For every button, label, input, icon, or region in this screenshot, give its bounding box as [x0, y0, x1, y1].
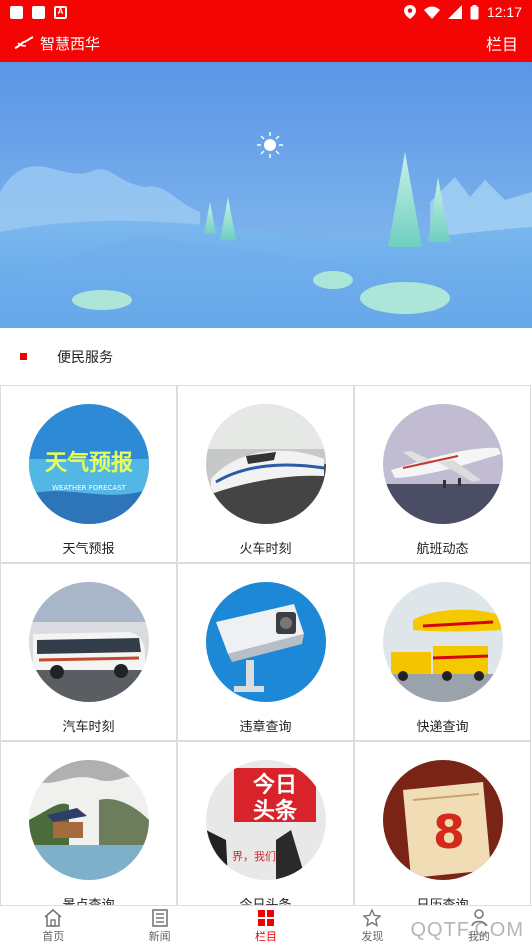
- service-express[interactable]: 快递查询: [354, 563, 531, 741]
- tab-label: 新闻: [148, 931, 171, 943]
- tab-home[interactable]: 首页: [0, 906, 106, 946]
- section-header: 便民服务: [0, 328, 532, 385]
- service-scenic[interactable]: 景点查询: [0, 741, 177, 905]
- service-label: 汽车时刻: [62, 719, 115, 734]
- service-train[interactable]: 火车时刻: [177, 385, 354, 563]
- tab-label: 栏目: [255, 931, 278, 943]
- violation-image: [205, 582, 326, 702]
- banner-image: [0, 62, 532, 328]
- battery-icon: [470, 4, 479, 19]
- service-label: 违章查询: [239, 719, 292, 734]
- service-headlines[interactable]: 今日 头条 界，我们 今日头条: [177, 741, 354, 905]
- headlines-caption-3: 界，我们: [232, 849, 276, 863]
- weather-subcaption: WEATHER FORECAST: [52, 484, 127, 492]
- tab-news[interactable]: 新闻: [106, 906, 212, 946]
- service-label: 天气预报: [62, 541, 115, 556]
- notification-icon: [32, 5, 45, 19]
- notification-icon: [10, 5, 23, 19]
- service-label: 快递查询: [416, 719, 469, 734]
- status-right: 12:17: [403, 4, 522, 20]
- tab-label: 发现: [361, 931, 384, 943]
- logo-icon: [14, 36, 34, 49]
- status-bar: A 12:17: [0, 0, 532, 24]
- service-label: 航班动态: [416, 541, 469, 556]
- section-title: 便民服务: [57, 348, 113, 365]
- service-flight[interactable]: 航班动态: [354, 385, 531, 563]
- wifi-icon: [423, 6, 440, 19]
- service-label: 火车时刻: [239, 541, 292, 556]
- calendar-image: 8: [382, 760, 503, 880]
- home-icon: [44, 908, 62, 927]
- service-grid: 天气预报 WEATHER FORECAST 天气预报 火车时刻 航班动态 汽车时…: [0, 385, 532, 905]
- headlines-image: 今日 头条 界，我们: [205, 760, 326, 880]
- headlines-caption-1: 今日: [252, 772, 296, 798]
- bus-image: [28, 582, 149, 702]
- weather-image: 天气预报 WEATHER FORECAST: [28, 404, 149, 524]
- app-brand: 智慧西华: [14, 33, 100, 54]
- app-bar: 智慧西华 栏目: [0, 24, 532, 62]
- service-label: 日历查询: [416, 897, 469, 905]
- star-icon: [362, 908, 383, 927]
- scenic-image: [28, 760, 149, 880]
- weather-caption: 天气预报: [44, 450, 132, 476]
- tab-label: 首页: [42, 931, 65, 943]
- service-calendar[interactable]: 8 日历查询: [354, 741, 531, 905]
- calendar-number: 8: [432, 805, 464, 859]
- status-left: A: [10, 5, 67, 19]
- service-violation[interactable]: 违章查询: [177, 563, 354, 741]
- train-image: [205, 404, 326, 524]
- location-icon: [403, 5, 416, 19]
- status-time: 12:17: [486, 4, 522, 20]
- section-marker: [20, 353, 27, 360]
- service-label: 景点查询: [62, 897, 115, 905]
- flight-image: [382, 404, 503, 524]
- service-bus[interactable]: 汽车时刻: [0, 563, 177, 741]
- news-icon: [151, 909, 168, 927]
- service-label: 今日头条: [239, 897, 292, 905]
- headlines-caption-2: 头条: [252, 798, 297, 824]
- app-title: 智慧西华: [40, 35, 101, 53]
- column-menu-button[interactable]: 栏目: [486, 31, 518, 55]
- tab-columns[interactable]: 栏目: [213, 906, 319, 946]
- service-weather[interactable]: 天气预报 WEATHER FORECAST 天气预报: [0, 385, 177, 563]
- express-image: [382, 582, 503, 702]
- signal-icon: [447, 5, 462, 19]
- notification-letter-icon: A: [54, 5, 67, 19]
- grid-icon: [258, 910, 275, 926]
- watermark: QQTF.COM: [410, 919, 524, 941]
